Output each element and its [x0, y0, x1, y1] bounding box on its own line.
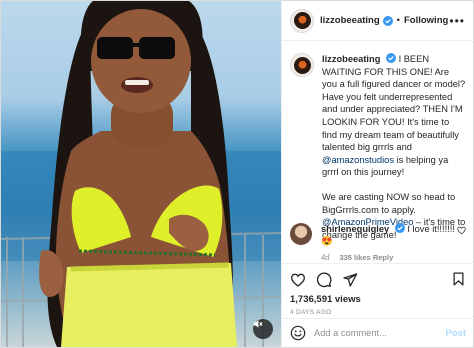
caption-p2-text-a: We are casting NOW so head to BigGrrrls.…: [322, 191, 456, 215]
add-comment-bar: Post: [282, 318, 474, 347]
post-side-panel: lizzobeeating • Following ••• lizzobeeat…: [281, 1, 474, 347]
comment-like-heart-icon[interactable]: [457, 226, 466, 235]
comment-bubble-icon[interactable]: [316, 272, 332, 288]
comment-body: shirlenequigley I love it!!!!!!! 😍 4d 33…: [321, 223, 466, 264]
mention-amazonstudios[interactable]: @amazonstudios: [322, 155, 394, 165]
commenter-avatar[interactable]: [290, 223, 312, 245]
comment-likes[interactable]: 335 likes: [339, 253, 370, 262]
following-button[interactable]: Following: [404, 15, 448, 26]
emoji-smiley-icon[interactable]: [290, 325, 306, 341]
share-paper-plane-icon[interactable]: [342, 272, 358, 288]
author-username[interactable]: lizzobeeating: [320, 15, 380, 26]
commenter-username[interactable]: shirlenequigley: [321, 224, 389, 234]
post-video[interactable]: [1, 1, 281, 347]
action-icons: [290, 270, 466, 290]
instagram-post: lizzobeeating • Following ••• lizzobeeat…: [0, 0, 474, 348]
more-horizontal-icon[interactable]: •••: [449, 14, 465, 28]
post-comment-button[interactable]: Post: [445, 328, 466, 339]
save-bookmark-icon[interactable]: [451, 271, 466, 287]
comment-item: shirlenequigley I love it!!!!!!! 😍 4d 33…: [290, 223, 466, 264]
caption-avatar[interactable]: [290, 53, 314, 77]
header-separator: •: [396, 15, 400, 26]
verified-badge-icon: [385, 53, 396, 63]
post-header: lizzobeeating • Following •••: [282, 1, 474, 41]
verified-badge-icon: [382, 15, 393, 26]
comment-reply-button[interactable]: Reply: [373, 253, 393, 262]
speaker-muted-icon: [253, 320, 263, 328]
verified-badge-icon: [394, 223, 405, 233]
post-timestamp[interactable]: 4 DAYS AGO: [290, 309, 466, 316]
caption-p1-text-a: I BEEN WAITING FOR THIS ONE! Are you a f…: [322, 54, 466, 153]
like-heart-icon[interactable]: [290, 272, 306, 288]
caption-username[interactable]: lizzobeeating: [322, 54, 380, 64]
video-frame-illustration: [1, 1, 281, 347]
view-count[interactable]: 1,736,591 views: [290, 294, 466, 305]
post-actions: 1,736,591 views 4 DAYS AGO: [282, 263, 474, 317]
comment-input[interactable]: [314, 328, 422, 338]
comment-time: 4d: [321, 253, 330, 262]
author-avatar[interactable]: [290, 8, 314, 33]
mute-button[interactable]: [253, 319, 273, 339]
